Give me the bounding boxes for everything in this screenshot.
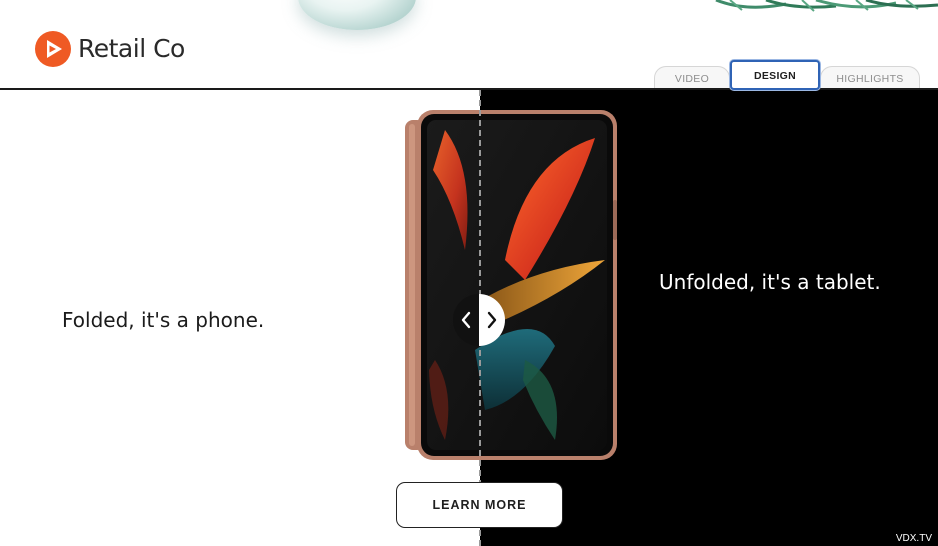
foldable-phone-image (405, 110, 617, 460)
brand-name: Retail Co (78, 34, 185, 63)
tab-highlights[interactable]: HIGHLIGHTS (820, 66, 920, 90)
brand-logo[interactable]: Retail Co (34, 30, 185, 68)
before-after-comparison: Folded, it's a phone. Unfolded, it's a t… (0, 90, 938, 546)
folded-caption: Folded, it's a phone. (62, 308, 265, 332)
decorative-leaf (715, 0, 938, 12)
header: Retail Co VIDEO HIGHLIGHTS DESIGN (0, 0, 938, 90)
vdx-badge[interactable]: VDX.TV (881, 532, 938, 546)
chevron-right-icon (487, 311, 497, 329)
comparison-slider-handle[interactable] (453, 294, 505, 346)
decorative-orb (298, 0, 416, 30)
unfolded-caption: Unfolded, it's a tablet. (659, 270, 881, 294)
tab-video[interactable]: VIDEO (654, 66, 730, 90)
learn-more-button[interactable]: LEARN MORE (396, 482, 563, 528)
play-arrow-circle-icon (35, 31, 71, 67)
tab-design[interactable]: DESIGN (730, 60, 820, 90)
chevron-left-icon (461, 311, 471, 329)
tab-bar: VIDEO HIGHLIGHTS DESIGN (650, 60, 938, 90)
